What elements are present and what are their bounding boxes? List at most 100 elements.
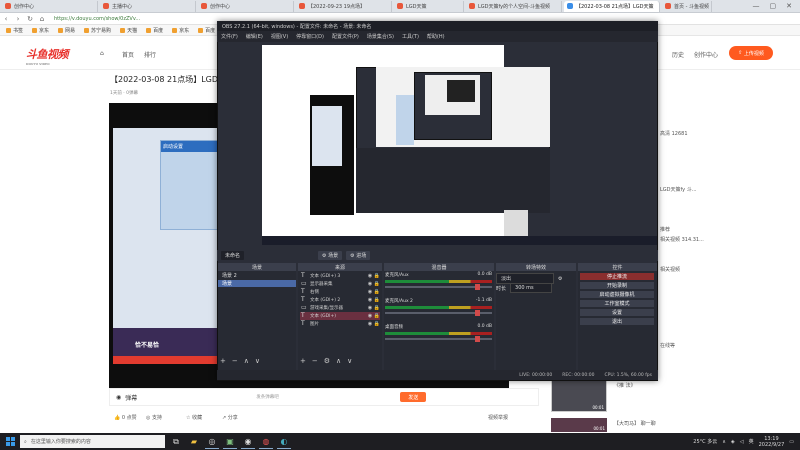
refresh-icon[interactable]: ↻ bbox=[24, 15, 36, 23]
browser-tab[interactable]: LGD天策 bbox=[394, 0, 464, 12]
obs-titlebar[interactable]: OBS 27.2.1 (64-bit, windows) - 配置文件: 未命名… bbox=[217, 21, 658, 31]
settings-button[interactable]: 设置 bbox=[580, 309, 654, 316]
back-icon[interactable]: ‹ bbox=[0, 15, 12, 23]
bookmark[interactable]: 天猫 bbox=[120, 27, 137, 34]
minimize-icon[interactable]: — bbox=[753, 2, 760, 10]
like-button[interactable]: 👍 0 点赞 bbox=[114, 414, 137, 421]
browser-tab[interactable]: 首页 - 斗鱼视频 bbox=[662, 0, 712, 12]
danmaku-toggle-icon[interactable]: ◉ bbox=[116, 394, 121, 401]
volume-slider[interactable] bbox=[385, 336, 492, 342]
duration-field[interactable]: 300 ms bbox=[510, 283, 553, 293]
right-text[interactable]: 《推 法》 bbox=[614, 382, 636, 389]
browser-tab[interactable]: LGD天策fy的个人空间-斗鱼视频 bbox=[466, 0, 562, 12]
close-icon[interactable]: ✕ bbox=[786, 2, 792, 10]
up-icon[interactable]: ∧ bbox=[336, 357, 341, 365]
nav-home[interactable]: 首页 bbox=[122, 50, 134, 59]
chrome-icon[interactable]: ◍ bbox=[259, 435, 273, 449]
bookmark[interactable]: 京东 bbox=[172, 27, 189, 34]
bookmark[interactable]: 书签 bbox=[6, 27, 23, 34]
share-button[interactable]: ↗ 分享 bbox=[222, 414, 238, 421]
notification-icon[interactable]: ▭ bbox=[789, 439, 794, 445]
source-item[interactable]: T 图片 ◉ 🔒 bbox=[300, 320, 380, 328]
stop-streaming-button[interactable]: 停止推流 bbox=[580, 273, 654, 280]
forward-icon[interactable]: › bbox=[12, 15, 24, 23]
obs-menu-help[interactable]: 帮助(H) bbox=[427, 33, 445, 40]
bookmark[interactable]: 百度 bbox=[198, 27, 215, 34]
exit-button[interactable]: 退出 bbox=[580, 318, 654, 325]
taskbar-clock[interactable]: 13:19 2022/9/27 bbox=[759, 436, 785, 448]
volume-slider[interactable] bbox=[385, 284, 492, 290]
nav-ranking[interactable]: 排行 bbox=[144, 50, 156, 59]
source-item[interactable]: ▭ 显示器采集 ◉ 🔒 bbox=[300, 280, 380, 288]
eye-icon[interactable]: ◉ 🔒 bbox=[368, 321, 380, 327]
scene-tab[interactable]: ⚙ 进场 bbox=[346, 251, 371, 260]
slider-handle[interactable] bbox=[475, 336, 480, 342]
obs-menu-docks[interactable]: 停靠窗口(D) bbox=[296, 33, 324, 40]
steam-icon[interactable]: ◎ bbox=[205, 435, 219, 449]
source-item[interactable]: ▭ 游戏采集/显示器 ◉ 🔒 bbox=[300, 304, 380, 312]
slider-handle[interactable] bbox=[475, 310, 480, 316]
eye-icon[interactable]: ◉ 🔒 bbox=[368, 273, 380, 279]
source-item[interactable]: T 文本 (GDI+) 3 ◉ 🔒 bbox=[300, 272, 380, 280]
obs-menu-file[interactable]: 文件(F) bbox=[221, 33, 238, 40]
favorite-button[interactable]: ☆ 收藏 bbox=[186, 414, 202, 421]
obs-menu-profile[interactable]: 配置文件(P) bbox=[332, 33, 359, 40]
video-thumbnail[interactable]: 00:01 bbox=[551, 378, 607, 412]
upload-button[interactable]: ⇧ 上传视频 bbox=[729, 46, 773, 60]
right-text[interactable]: 相关视频 314.31... bbox=[660, 236, 704, 243]
site-logo[interactable]: 斗鱼视频 DOUYU VIDEO bbox=[26, 46, 82, 66]
bookmark[interactable]: 京东 bbox=[32, 27, 49, 34]
browser-tab[interactable]: 【2022-09-23 19点场】 bbox=[296, 0, 392, 12]
browser-tab[interactable]: 创作中心 bbox=[198, 0, 294, 12]
scene-tab[interactable]: ⚙ 场景 bbox=[318, 251, 343, 260]
maximize-icon[interactable]: ▢ bbox=[770, 2, 777, 10]
right-text[interactable]: 【大司马】 聊一聊 bbox=[614, 420, 656, 427]
start-button[interactable] bbox=[0, 433, 20, 450]
url-field[interactable]: https://v.douyu.com/show/0zZVv... bbox=[54, 14, 234, 23]
add-icon[interactable]: + bbox=[220, 357, 226, 365]
task-view-icon[interactable]: ⧉ bbox=[169, 435, 183, 449]
volume-icon[interactable]: ◁ bbox=[740, 439, 744, 445]
source-item[interactable]: T 文本 (GDI+) 2 ◉ 🔒 bbox=[300, 296, 380, 304]
weather-status[interactable]: 25°C 多云 bbox=[693, 438, 717, 445]
scene-item[interactable]: 场景 bbox=[218, 280, 296, 287]
nav-history[interactable]: 历史 bbox=[672, 50, 684, 59]
browser-icon[interactable]: ◐ bbox=[277, 435, 291, 449]
home-icon[interactable]: ⌂ bbox=[100, 50, 104, 57]
video-thumbnail[interactable]: 00:01 bbox=[551, 418, 607, 432]
eye-icon[interactable]: ◉ 🔒 bbox=[368, 289, 380, 295]
down-icon[interactable]: ∨ bbox=[255, 357, 260, 365]
danmaku-input[interactable]: 发条弹幕吧 bbox=[256, 393, 376, 402]
source-item-selected[interactable]: T 文本 (GDI+) ◉ 🔒 bbox=[300, 312, 380, 320]
browser-tab[interactable]: 主播中心 bbox=[100, 0, 196, 12]
up-icon[interactable]: ∧ bbox=[244, 357, 249, 365]
right-text[interactable]: 在线等 bbox=[660, 342, 675, 349]
browser-tab[interactable]: 创作中心 bbox=[2, 0, 98, 12]
down-icon[interactable]: ∨ bbox=[347, 357, 352, 365]
tray-arrow-icon[interactable]: ∧ bbox=[722, 439, 726, 445]
network-icon[interactable]: ◈ bbox=[731, 439, 735, 445]
gear-icon[interactable]: ⚙ bbox=[324, 357, 330, 365]
language-indicator[interactable]: 英 bbox=[749, 438, 754, 445]
right-text[interactable]: 推荐 bbox=[660, 226, 670, 233]
remove-icon[interactable]: − bbox=[312, 357, 318, 365]
obs-menu-scene-collection[interactable]: 场景集合(S) bbox=[367, 33, 394, 40]
right-text[interactable]: LGD天策fy 斗... bbox=[660, 186, 697, 193]
app-icon[interactable]: ▣ bbox=[223, 435, 237, 449]
obs-menu-edit[interactable]: 编辑(E) bbox=[246, 33, 263, 40]
remove-icon[interactable]: − bbox=[232, 357, 238, 365]
report-link[interactable]: 视频举报 bbox=[488, 414, 508, 421]
add-icon[interactable]: + bbox=[300, 357, 306, 365]
scene-item[interactable]: 场景 2 bbox=[218, 272, 296, 279]
eye-icon[interactable]: ◉ 🔒 bbox=[368, 305, 380, 311]
source-item[interactable]: T 右侧 ◉ 🔒 bbox=[300, 288, 380, 296]
virtual-camera-button[interactable]: 启动虚拟摄像机 bbox=[580, 291, 654, 298]
eye-icon[interactable]: ◉ 🔒 bbox=[368, 281, 380, 287]
volume-slider[interactable] bbox=[385, 310, 492, 316]
start-recording-button[interactable]: 开始录制 bbox=[580, 282, 654, 289]
scene-tab[interactable]: 未命名 bbox=[221, 251, 245, 260]
bookmark[interactable]: 百度 bbox=[146, 27, 163, 34]
browser-tab-active[interactable]: 【2022-03-08 21点场】LGD天策 bbox=[564, 0, 660, 12]
taskbar-search[interactable]: ⌕ 在这里输入你要搜索的内容 bbox=[20, 435, 165, 448]
home-icon[interactable]: ⌂ bbox=[36, 15, 48, 23]
